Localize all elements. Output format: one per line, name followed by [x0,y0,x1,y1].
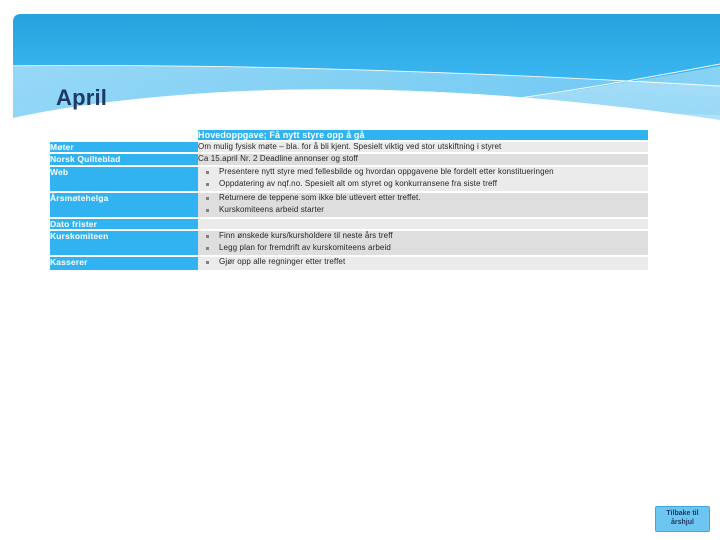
row-label-web: Web [50,166,198,191]
row-label-dato-frister: Dato frister [50,218,198,230]
row-content-kurskomiteen: Finn ønskede kurs/kursholdere til neste … [198,231,648,256]
row-content-dato-frister [198,218,648,230]
row-label-moter: Møter [50,142,198,153]
slide-banner-decoration [13,14,720,135]
back-button-label: Tilbake til årshjul [666,510,698,528]
row-text: Ca 15.april Nr. 2 Deadline annonser og s… [198,154,358,164]
list-item: Presentere nytt styre med fellesbilde og… [198,167,648,178]
table-row: Dato frister [50,218,648,230]
table-header-row: Hovedoppgave; Få nytt styre opp å gå [50,130,648,140]
table-header-main-task: Hovedoppgave; Få nytt styre opp å gå [198,130,648,140]
back-button-label-line2: årshjul [671,519,694,526]
table-header-label-cell [50,130,198,140]
row-label-norsk-quilteblad: Norsk Quilteblad [50,154,198,165]
bullet-list: Finn ønskede kurs/kursholdere til neste … [198,231,648,254]
list-item: Legg plan for fremdrift av kurskomiteens… [198,243,648,254]
list-item: Returnere de teppene som ikke ble utleve… [198,193,648,204]
row-content-arsmotehelga: Returnere de teppene som ikke ble utleve… [198,192,648,217]
row-text: Om mulig fysisk møte – bla. for å bli kj… [198,142,502,151]
list-item: Oppdatering av nqf.no. Spesielt alt om s… [198,179,648,190]
bullet-list: Returnere de teppene som ikke ble utleve… [198,193,648,216]
back-button-label-line1: Tilbake til [666,510,699,518]
row-content-web: Presentere nytt styre med fellesbilde og… [198,166,648,191]
bullet-list: Gjør opp alle regninger etter treffet [198,257,648,268]
row-content-norsk-quilteblad: Ca 15.april Nr. 2 Deadline annonser og s… [198,154,648,165]
row-label-arsmotehelga: Årsmøtehelga [50,192,198,217]
table-row: Årsmøtehelga Returnere de teppene som ik… [50,192,648,217]
table-row: Kurskomiteen Finn ønskede kurs/kursholde… [50,231,648,256]
row-text [198,219,648,229]
table-row: Norsk Quilteblad Ca 15.april Nr. 2 Deadl… [50,154,648,165]
table-row: Møter Om mulig fysisk møte – bla. for å … [50,142,648,153]
row-content-kasserer: Gjør opp alle regninger etter treffet [198,257,648,270]
bullet-list: Presentere nytt styre med fellesbilde og… [198,167,648,190]
table-row: Kasserer Gjør opp alle regninger etter t… [50,257,648,270]
list-item: Kurskomiteens arbeid starter [198,205,648,216]
table-row: Web Presentere nytt styre med fellesbild… [50,166,648,191]
list-item: Finn ønskede kurs/kursholdere til neste … [198,231,648,242]
row-label-kurskomiteen: Kurskomiteen [50,231,198,256]
row-label-kasserer: Kasserer [50,257,198,270]
back-to-yearwheel-button[interactable]: Tilbake til årshjul [655,506,710,532]
list-item: Gjør opp alle regninger etter treffet [198,257,648,268]
table-body: Hovedoppgave; Få nytt styre opp å gå Møt… [50,130,648,270]
monthly-agenda-table: Hovedoppgave; Få nytt styre opp å gå Møt… [50,128,648,272]
row-content-moter: Om mulig fysisk møte – bla. for å bli kj… [198,142,648,153]
page-title: April [56,85,108,110]
